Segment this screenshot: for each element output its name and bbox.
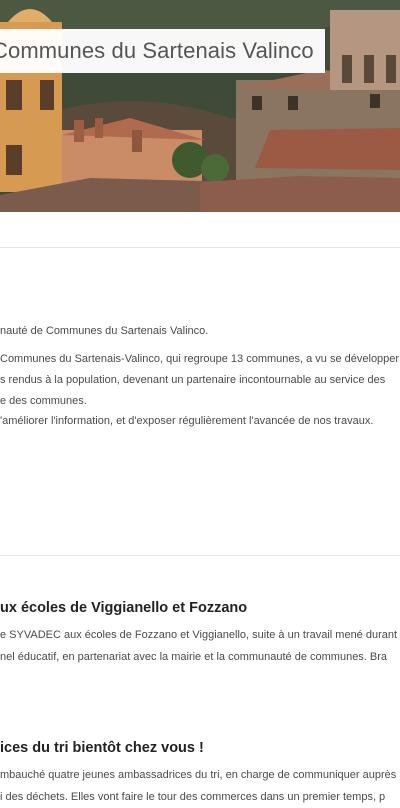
intro-line: Communes du Sartenais-Valinco, qui regro… xyxy=(0,353,400,365)
news-title-link[interactable]: ux écoles de Viggianello et Fozzano xyxy=(0,600,400,616)
news-title-link[interactable]: ices du tri bientôt chez vous ! xyxy=(0,740,400,756)
intro-line: s rendus à la population, devenant un pa… xyxy=(0,374,386,386)
intro-line: nauté de Communes du Sartenais Valinco. xyxy=(0,325,209,337)
section-divider xyxy=(0,247,400,248)
page-title-box: Communes du Sartenais Valinco xyxy=(0,29,325,73)
intro-line: 'améliorer l'information, et d'exposer r… xyxy=(0,415,374,427)
page-title: Communes du Sartenais Valinco xyxy=(0,38,314,63)
news-excerpt-line: mbauché quatre jeunes ambassadrices du t… xyxy=(0,769,397,781)
hero-banner: Communes du Sartenais Valinco xyxy=(0,0,400,212)
intro-line: e des communes. xyxy=(0,395,87,407)
news-excerpt-line: e SYVADEC aux écoles de Fozzano et Viggi… xyxy=(0,629,398,641)
news-excerpt-line: i des déchets. Elles vont faire le tour … xyxy=(0,791,386,803)
section-divider xyxy=(0,555,400,556)
news-excerpt-line: nel éducatif, en partenariat avec la mai… xyxy=(0,651,388,663)
